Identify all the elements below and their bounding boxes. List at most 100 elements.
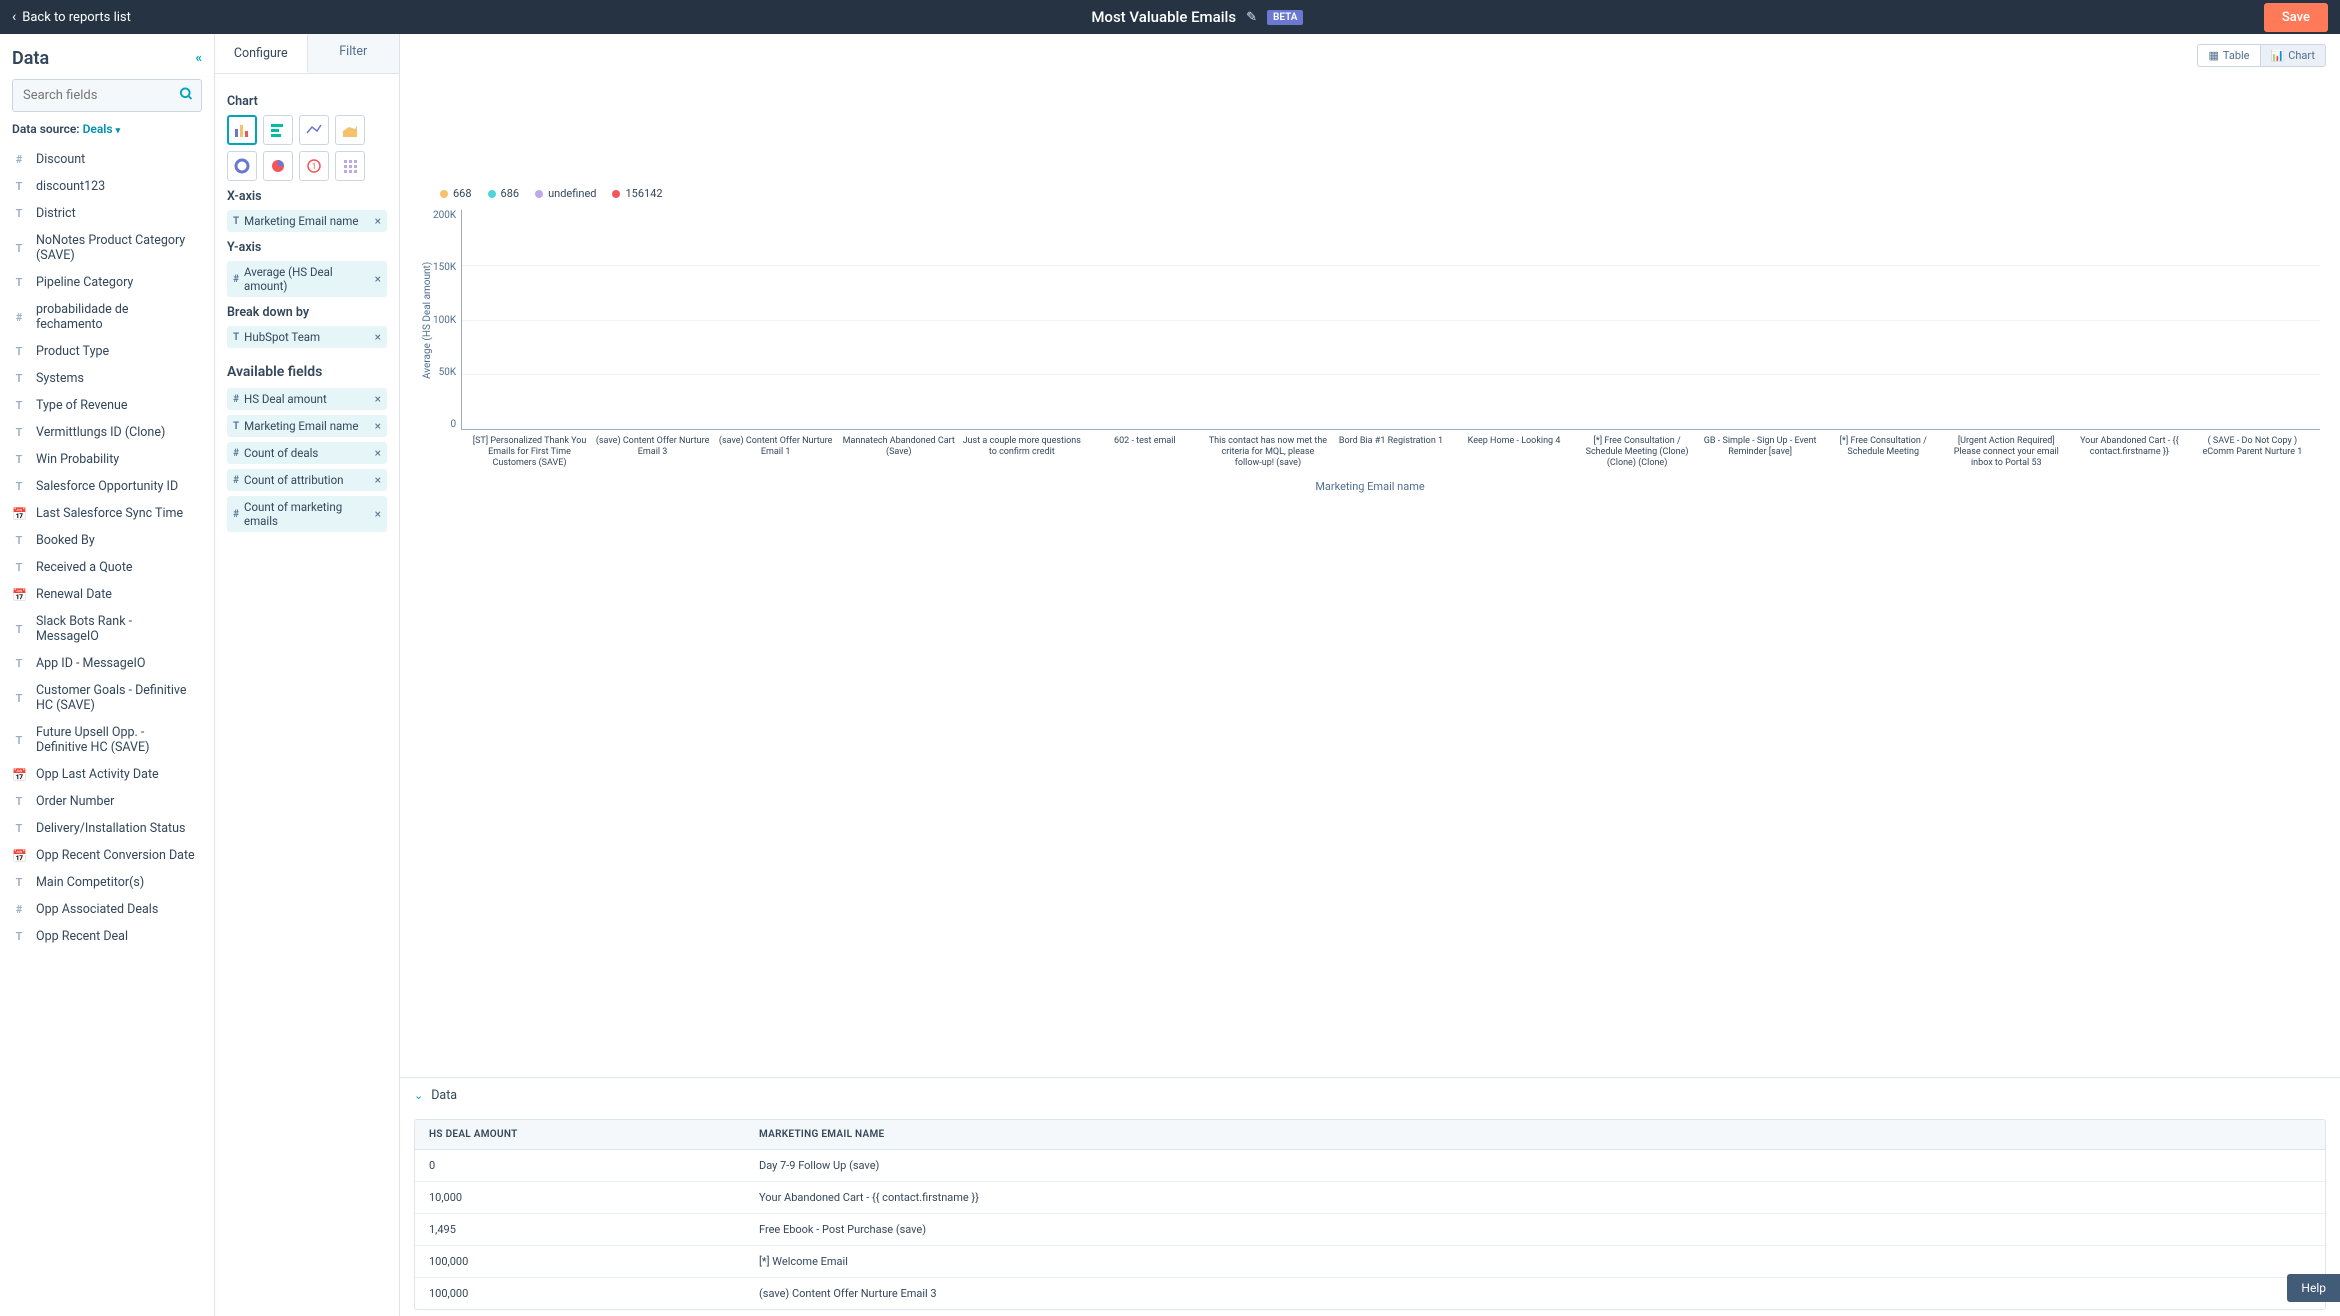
xaxis-chip[interactable]: TMarketing Email name× [227,210,387,232]
bar-label: 602 - test email [1085,436,1204,468]
chart-type-line[interactable] [299,115,329,145]
field-item[interactable]: TApp ID - MessageIO [0,650,208,677]
field-item[interactable]: TMain Competitor(s) [0,869,208,896]
field-item[interactable]: #probabilidade de fechamento [0,296,208,338]
field-item[interactable]: TOpp Recent Deal [0,923,208,950]
beta-badge: BETA [1267,10,1303,25]
view-chart-button[interactable]: 📊 Chart [2260,44,2327,67]
yaxis-title: Average (HS Deal amount) [420,210,433,430]
legend-item: 686 [488,187,520,200]
table-header: MARKETING EMAIL NAME [745,1120,2325,1149]
field-item[interactable]: TVermittlungs ID (Clone) [0,419,208,446]
remove-icon[interactable]: × [375,419,381,433]
tab-filter[interactable]: Filter [308,34,400,73]
field-list: #DiscountTdiscount123TDistrictTNoNotes P… [0,146,214,1316]
xaxis-label: X-axis [227,189,387,204]
field-item[interactable]: TSystems [0,365,208,392]
bar-label: [*] Free Consultation / Schedule Meeting… [1578,436,1697,468]
remove-icon[interactable]: × [375,272,381,286]
field-item[interactable]: TDelivery/Installation Status [0,815,208,842]
bar-label: (save) Content Offer Nurture Email 3 [593,436,712,468]
tab-configure[interactable]: Configure [215,34,308,73]
table-row: 100,000[*] Welcome Email [415,1246,2325,1278]
field-item[interactable]: TCustomer Goals - Definitive HC (SAVE) [0,677,208,719]
available-field-chip[interactable]: #Count of marketing emails× [227,496,387,532]
remove-icon[interactable]: × [375,507,381,521]
chart-section-label: Chart [227,94,387,109]
field-item[interactable]: TType of Revenue [0,392,208,419]
search-input[interactable] [12,79,202,112]
bar-label: Keep Home - Looking 4 [1455,436,1574,468]
field-item[interactable]: 📅Opp Recent Conversion Date [0,842,208,869]
back-link[interactable]: ‹ Back to reports list [12,9,131,25]
field-item[interactable]: TSalesforce Opportunity ID [0,473,208,500]
remove-icon[interactable]: × [375,392,381,406]
remove-icon[interactable]: × [375,446,381,460]
field-item[interactable]: TWin Probability [0,446,208,473]
available-field-chip[interactable]: #Count of deals× [227,442,387,464]
page-title: Most Valuable Emails [1091,8,1236,26]
field-item[interactable]: 📅Opp Last Activity Date [0,761,208,788]
back-text: Back to reports list [22,10,131,25]
edit-title-icon[interactable]: ✎ [1246,10,1257,25]
save-button[interactable]: Save [2264,3,2328,32]
field-item[interactable]: Tdiscount123 [0,173,208,200]
table-row: 100,000(save) Content Offer Nurture Emai… [415,1278,2325,1309]
legend-item: 668 [440,187,472,200]
help-button[interactable]: Help [2287,1274,2340,1302]
field-item[interactable]: TFuture Upsell Opp. - Definitive HC (SAV… [0,719,208,761]
data-section-toggle[interactable]: ⌄ Data [400,1078,2340,1113]
bar-label: Bord Bia #1 Registration 1 [1331,436,1450,468]
remove-icon[interactable]: × [375,473,381,487]
bar-label: [Urgent Action Required] Please connect … [1947,436,2066,468]
bar-label: [*] Free Consultation / Schedule Meeting [1824,436,1943,468]
available-field-chip[interactable]: #HS Deal amount× [227,388,387,410]
data-panel-title: Data [12,48,49,69]
chart-type-donut[interactable] [227,151,257,181]
chevron-down-icon: ⌄ [414,1089,423,1102]
caret-down-icon: ▾ [116,126,121,136]
breakdown-chip[interactable]: THubSpot Team× [227,326,387,348]
chart-type-hbar[interactable] [263,115,293,145]
chart-type-kpi[interactable]: 1 [299,151,329,181]
field-item[interactable]: #Opp Associated Deals [0,896,208,923]
data-source-select[interactable]: Deals ▾ [83,122,121,136]
bar-label: (save) Content Offer Nurture Email 1 [716,436,835,468]
field-item[interactable]: TNoNotes Product Category (SAVE) [0,227,208,269]
table-row: 1,495Free Ebook - Post Purchase (save) [415,1214,2325,1246]
yaxis-chip[interactable]: #Average (HS Deal amount)× [227,261,387,297]
data-panel: Data « Data source: Deals ▾ #DiscountTdi… [0,34,215,1316]
table-row: 10,000Your Abandoned Cart - {{ contact.f… [415,1182,2325,1214]
bar-label: Your Abandoned Cart - {{ contact.firstna… [2070,436,2189,468]
available-fields-label: Available fields [227,364,387,380]
bar-label: This contact has now met the criteria fo… [1208,436,1327,468]
table-row: 0Day 7-9 Follow Up (save) [415,1150,2325,1182]
chart-legend: 668686undefined156142 [440,187,2320,200]
configure-panel: Configure Filter Chart 1 X-axis TMarketi… [215,34,400,1316]
available-field-chip[interactable]: #Count of attribution× [227,469,387,491]
field-item[interactable]: TProduct Type [0,338,208,365]
field-item[interactable]: TOrder Number [0,788,208,815]
collapse-panel-icon[interactable]: « [196,51,203,66]
available-field-chip[interactable]: TMarketing Email name× [227,415,387,437]
chart-type-bar[interactable] [227,115,257,145]
field-item[interactable]: TDistrict [0,200,208,227]
remove-icon[interactable]: × [375,214,381,228]
breakdown-label: Break down by [227,305,387,320]
chart-plot [461,210,2320,430]
field-item[interactable]: TReceived a Quote [0,554,208,581]
chart-type-grid[interactable] [335,151,365,181]
field-item[interactable]: #Discount [0,146,208,173]
field-item[interactable]: TPipeline Category [0,269,208,296]
field-item[interactable]: TSlack Bots Rank - MessageIO [0,608,208,650]
chart-type-pie[interactable] [263,151,293,181]
field-item[interactable]: TBooked By [0,527,208,554]
search-icon[interactable] [179,86,194,105]
field-item[interactable]: 📅Last Salesforce Sync Time [0,500,208,527]
data-source-label: Data source: [12,122,80,136]
chart-type-area[interactable] [335,115,365,145]
remove-icon[interactable]: × [375,330,381,344]
view-table-button[interactable]: ▦ Table [2197,44,2259,67]
field-item[interactable]: 📅Renewal Date [0,581,208,608]
data-table: HS DEAL AMOUNT MARKETING EMAIL NAME 0Day… [414,1119,2326,1310]
